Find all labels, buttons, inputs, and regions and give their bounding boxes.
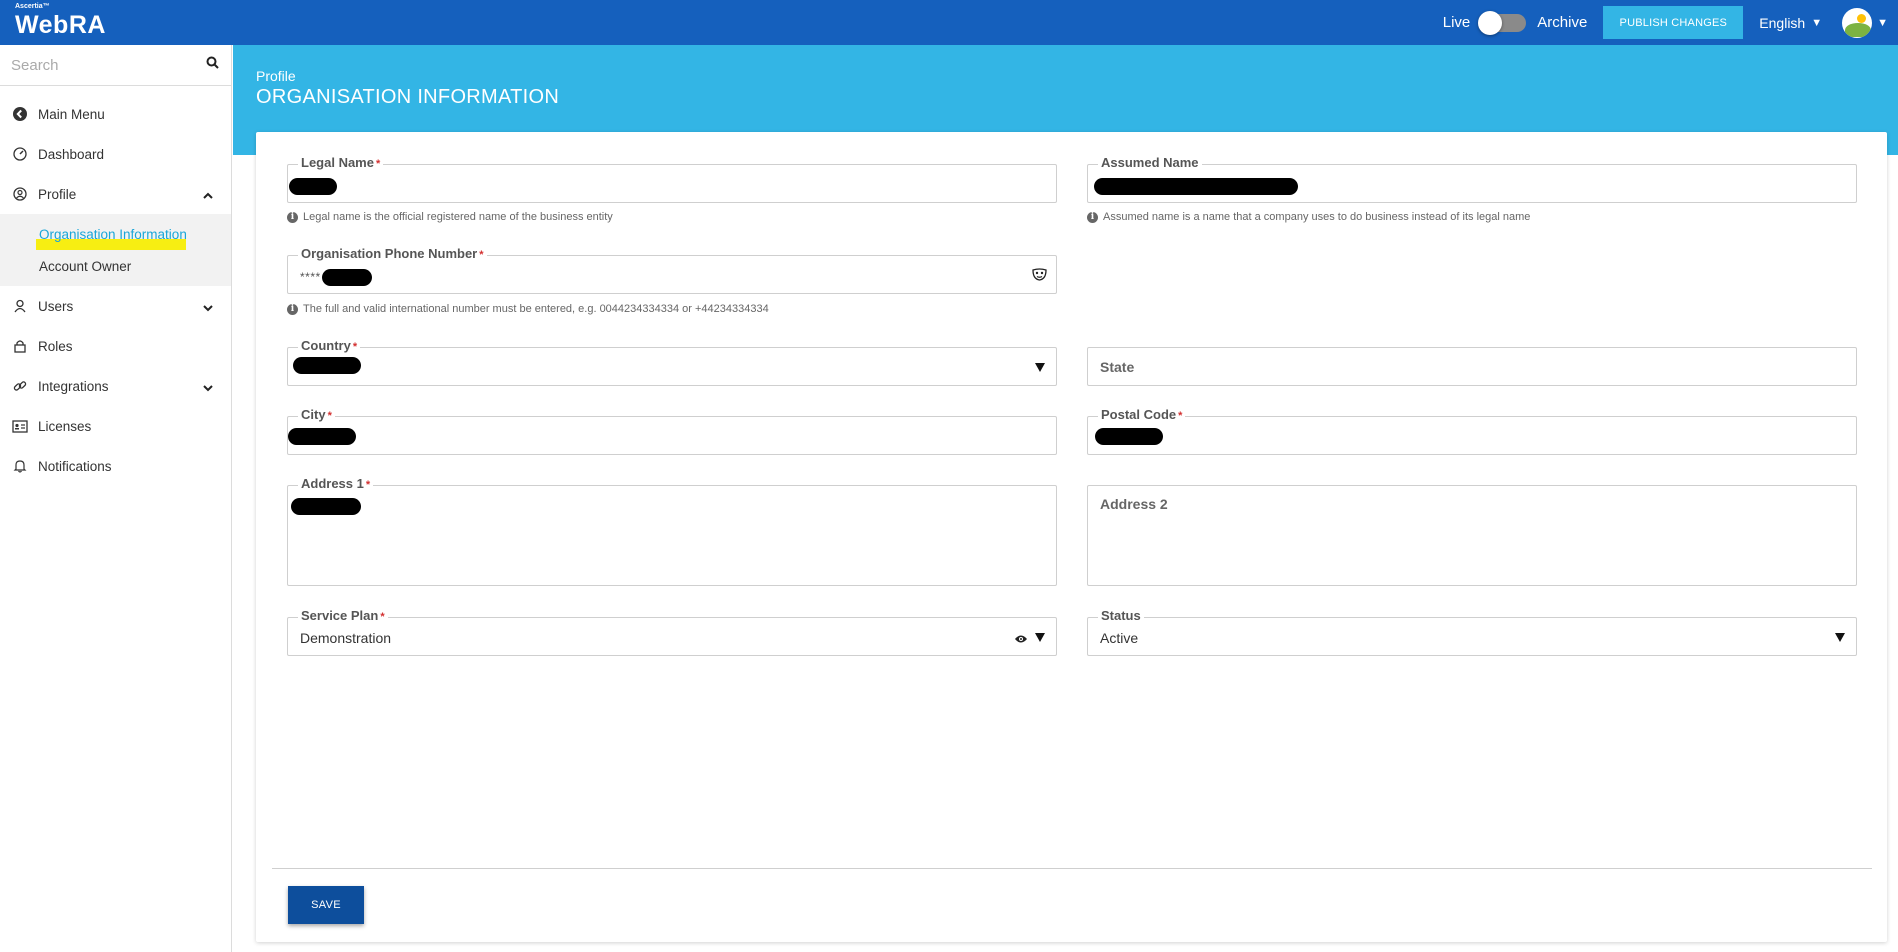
sidebar-item-label: Notifications <box>38 458 112 474</box>
field-label: Assumed Name <box>1098 155 1202 170</box>
redacted-value <box>291 498 361 515</box>
legal-name-field[interactable]: Legal Name * <box>287 155 1057 203</box>
chevron-down-icon: ▼ <box>1877 16 1888 29</box>
dropdown-arrow-icon <box>1835 633 1845 642</box>
status-select[interactable]: Status Active <box>1087 608 1857 656</box>
field-label: Organisation Phone Number * <box>298 246 487 261</box>
brand-company: Ascertia™ <box>15 3 50 10</box>
live-archive-toggle[interactable] <box>1478 10 1527 35</box>
search-input[interactable] <box>0 45 190 85</box>
lock-icon <box>12 338 28 354</box>
field-label: Address 2 <box>1100 496 1168 512</box>
top-bar: Ascertia™ WebRA Live Archive PUBLISH CHA… <box>0 0 1898 45</box>
sidebar-item-label: Licenses <box>38 418 92 434</box>
address1-field[interactable]: Address 1 * <box>287 476 1057 586</box>
redacted-value <box>288 428 356 445</box>
chevron-down-icon <box>203 300 213 315</box>
live-label: Live <box>1442 14 1471 31</box>
sidebar-item-label: Dashboard <box>38 146 105 162</box>
eye-icon[interactable] <box>1014 631 1028 649</box>
sidebar-item-label: Integrations <box>38 378 109 394</box>
assumed-name-field[interactable]: Assumed Name <box>1087 155 1857 203</box>
sidebar-item-label: Main Menu <box>38 106 105 122</box>
profile-submenu: Organisation Information Account Owner <box>0 214 231 286</box>
mask-toggle-icon[interactable] <box>1032 268 1047 286</box>
user-menu[interactable]: ▼ <box>1842 7 1888 38</box>
field-label: City * <box>298 407 335 422</box>
link-icon <box>12 378 28 394</box>
sidebar-item-users[interactable]: Users <box>0 286 231 326</box>
sidebar-item-label: Profile <box>38 186 77 202</box>
sidebar-item-profile[interactable]: Profile <box>0 174 231 214</box>
masked-prefix: **** <box>300 270 321 284</box>
brand-name: WebRA <box>15 11 106 39</box>
bell-icon <box>12 458 28 474</box>
sidebar-subitem-label: Account Owner <box>39 258 132 274</box>
phone-hint: i The full and valid international numbe… <box>287 303 769 315</box>
state-field[interactable]: State <box>1087 347 1857 386</box>
service-plan-value: Demonstration <box>300 630 392 646</box>
redacted-value <box>1095 428 1163 445</box>
redacted-value <box>322 269 372 286</box>
field-label: Legal Name * <box>298 155 384 170</box>
back-circle-icon <box>12 106 28 122</box>
avatar <box>1842 7 1873 38</box>
sidebar-item-notifications[interactable]: Notifications <box>0 446 231 486</box>
redacted-value <box>293 357 361 374</box>
sidebar-item-label: Roles <box>38 338 73 354</box>
sidebar-item-main-menu[interactable]: Main Menu <box>0 94 231 134</box>
breadcrumb[interactable]: Profile <box>256 68 296 84</box>
service-plan-select[interactable]: Service Plan * Demonstration <box>287 608 1057 656</box>
users-icon <box>12 298 28 314</box>
publish-changes-button[interactable]: PUBLISH CHANGES <box>1603 6 1744 39</box>
language-selector[interactable]: English ▼ <box>1759 15 1822 31</box>
chevron-down-icon: ▼ <box>1811 16 1823 29</box>
field-label: Status <box>1098 608 1144 623</box>
assumed-name-hint: i Assumed name is a name that a company … <box>1087 211 1530 223</box>
dropdown-arrow-icon <box>1035 363 1045 372</box>
legal-name-hint: i Legal name is the official registered … <box>287 211 613 223</box>
toggle-knob <box>1478 10 1503 35</box>
speedometer-icon <box>12 146 28 162</box>
sidebar-item-roles[interactable]: Roles <box>0 326 231 366</box>
sidebar-item-licenses[interactable]: Licenses <box>0 406 231 446</box>
info-icon: i <box>1087 211 1098 223</box>
chevron-up-icon <box>203 188 213 203</box>
language-label: English <box>1759 14 1806 31</box>
brand-logo[interactable]: Ascertia™ WebRA <box>15 3 106 39</box>
info-icon: i <box>287 211 298 223</box>
redacted-value <box>1094 178 1298 195</box>
sidebar-item-label: Users <box>38 298 74 314</box>
sidebar-subitem-account-owner[interactable]: Account Owner <box>0 250 231 282</box>
dropdown-arrow-icon <box>1035 633 1045 642</box>
save-button[interactable]: SAVE <box>288 886 364 924</box>
user-circle-icon <box>12 186 28 202</box>
field-label: Country * <box>298 338 361 353</box>
sidebar-item-integrations[interactable]: Integrations <box>0 366 231 406</box>
field-label: Address 1 * <box>298 476 374 491</box>
postal-code-field[interactable]: Postal Code * <box>1087 407 1857 455</box>
sidebar-subitem-organisation-information[interactable]: Organisation Information <box>0 218 231 250</box>
form-footer-divider <box>272 868 1872 869</box>
sidebar: Main Menu Dashboard Profile Organisation… <box>0 45 232 952</box>
archive-label: Archive <box>1537 14 1588 31</box>
search-icon[interactable] <box>206 56 219 74</box>
sidebar-subitem-label: Organisation Information <box>39 226 187 242</box>
field-label: State <box>1100 359 1135 375</box>
chevron-down-icon <box>203 380 213 395</box>
city-field[interactable]: City * <box>287 407 1057 455</box>
info-icon: i <box>287 303 298 315</box>
organisation-phone-field[interactable]: Organisation Phone Number * **** <box>287 246 1057 294</box>
field-label: Service Plan * <box>298 608 388 623</box>
top-bar-actions: Live Archive PUBLISH CHANGES English ▼ ▼ <box>1443 0 1898 45</box>
sidebar-item-dashboard[interactable]: Dashboard <box>0 134 231 174</box>
status-value: Active <box>1100 630 1139 646</box>
address2-field[interactable]: Address 2 <box>1087 485 1857 586</box>
field-label: Postal Code * <box>1098 407 1186 422</box>
id-card-icon <box>12 418 28 434</box>
redacted-value <box>289 178 337 195</box>
sidebar-search <box>0 45 231 86</box>
country-select[interactable]: Country * <box>287 338 1057 386</box>
page-title: ORGANISATION INFORMATION <box>256 86 560 108</box>
